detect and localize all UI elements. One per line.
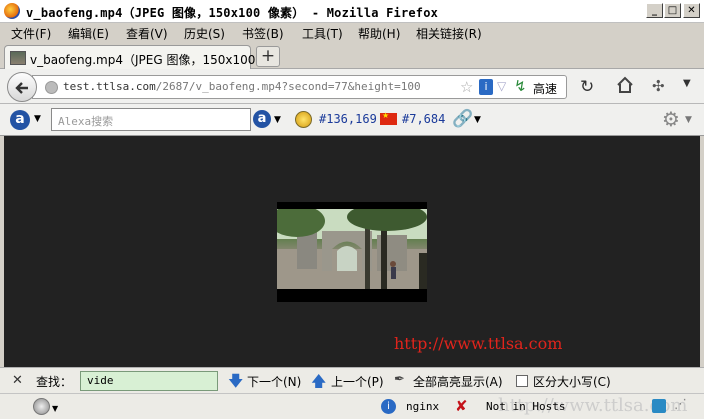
new-tab-button[interactable]: + [256,46,280,67]
highlight-pen-icon: ✒ [394,372,405,387]
menu-chevron-down-icon[interactable]: ▼ [683,78,691,89]
find-previous-button[interactable]: 上一个(P) [331,373,384,390]
status-dropdown-icon[interactable]: ▼ [52,404,58,413]
bookmark-star-icon[interactable]: ☆ [460,78,473,96]
alexa-search-button[interactable]: a [253,110,271,128]
status-bar: ▼ http://www.ttlsa.com i nginx ✘ Not in … [0,393,704,419]
addon-status-icon[interactable] [33,398,50,415]
maximize-button[interactable]: □ [664,3,681,18]
navigation-bar: test.ttlsa.com/2687/v_baofeng.mp4?second… [0,69,704,104]
speed-icon: ↯ [514,77,527,95]
home-icon[interactable] [616,76,634,97]
find-label: 查找： [36,375,73,389]
match-case-checkbox[interactable] [516,375,528,387]
menu-tools[interactable]: 工具(T) [302,25,343,42]
globe-icon [45,81,58,94]
menu-view[interactable]: 查看(V) [126,25,168,42]
menu-related-links[interactable]: 相关链接(R) [416,25,482,42]
menu-bookmarks[interactable]: 书签(B) [242,25,284,42]
speed-label[interactable]: 高速 [533,80,557,97]
url-bar[interactable]: test.ttlsa.com/2687/v_baofeng.mp4?second… [32,75,567,99]
match-case-label[interactable]: 区分大小写(C) [533,373,611,390]
gear-icon[interactable]: ⚙ [662,107,680,131]
highlight-all-button[interactable]: 全部高亮显示(A) [413,373,503,390]
alexa-search-placeholder: Alexa搜索 [58,115,114,128]
title-bar: v_baofeng.mp4（JPEG 图像，150x100 像素） - Mozi… [0,0,704,23]
menu-history[interactable]: 历史(S) [184,25,225,42]
find-next-button[interactable]: 下一个(N) [247,373,301,390]
close-window-button[interactable]: ✕ [683,3,700,18]
page-content: http://www.ttlsa.com [4,136,700,367]
close-find-bar-button[interactable]: ✕ [12,373,23,388]
find-input[interactable]: vide [80,371,218,391]
watermark-url: http://www.ttlsa.com [394,334,563,353]
back-arrow-icon [15,82,28,94]
alexa-logo-icon[interactable]: a [10,110,30,130]
global-rank[interactable]: #136,169 [319,112,377,126]
alexa-search-dropdown-icon[interactable]: ▼ [274,115,281,125]
menu-bar: 文件(F) 编辑(E) 查看(V) 历史(S) 书签(B) 工具(T) 帮助(H… [0,23,704,42]
global-rank-icon [295,111,312,128]
server-info-icon: i [381,399,396,414]
back-button[interactable] [7,72,37,102]
tab-active[interactable]: v_baofeng.mp4（JPEG 图像，150x100 … [4,45,271,70]
china-flag-icon: ★ [380,111,397,125]
server-name: nginx [406,400,440,413]
info-icon[interactable]: i [479,79,493,95]
gear-dropdown-icon[interactable]: ▼ [685,115,692,125]
tab-label: v_baofeng.mp4（JPEG 图像，150x100 … [30,53,272,67]
url-text: test.ttlsa.com/2687/v_baofeng.mp4?second… [63,80,421,93]
resize-grip-icon[interactable]: ⋰ [674,397,687,412]
menu-help[interactable]: 帮助(H) [358,25,400,42]
addon-puzzle-icon[interactable]: ✣ [652,77,665,95]
menu-edit[interactable]: 编辑(E) [68,25,109,42]
link-chain-icon[interactable]: 🔗 [452,109,473,129]
link-dropdown-icon[interactable]: ▼ [474,115,481,125]
hosts-x-icon: ✘ [455,397,468,415]
dropdown-triangle-icon[interactable]: ▽ [497,79,506,93]
find-bar: ✕ 查找： vide 🡇 下一个(N) 🡅 上一个(P) ✒ 全部高亮显示(A)… [0,367,704,393]
firefox-logo-icon [4,3,20,19]
hosts-status: Not in Hosts [486,400,566,413]
image-thumbnail-icon [10,51,26,65]
displayed-image[interactable] [277,202,427,302]
url-path: /2687/v_baofeng.mp4?second=77&height=100 [155,80,421,93]
image-scene [277,209,427,289]
url-host: test.ttlsa.com [63,80,156,93]
addon-blue-icon[interactable] [652,399,666,413]
window-title: v_baofeng.mp4（JPEG 图像，150x100 像素） - Mozi… [26,6,439,20]
alexa-toolbar: a ▼ Alexa搜索 a ▼ #136,169 ★ #7,684 🔗 ▼ ⚙ … [0,104,704,136]
country-rank[interactable]: #7,684 [402,112,445,126]
alexa-dropdown-icon[interactable]: ▼ [34,114,41,124]
tab-bar: v_baofeng.mp4（JPEG 图像，150x100 … + [0,42,704,70]
find-input-value: vide [87,374,114,387]
alexa-search-input[interactable]: Alexa搜索 [51,108,251,131]
reload-icon[interactable]: ↻ [580,77,594,97]
minimize-button[interactable]: _ [646,3,663,18]
menu-file[interactable]: 文件(F) [11,25,51,42]
